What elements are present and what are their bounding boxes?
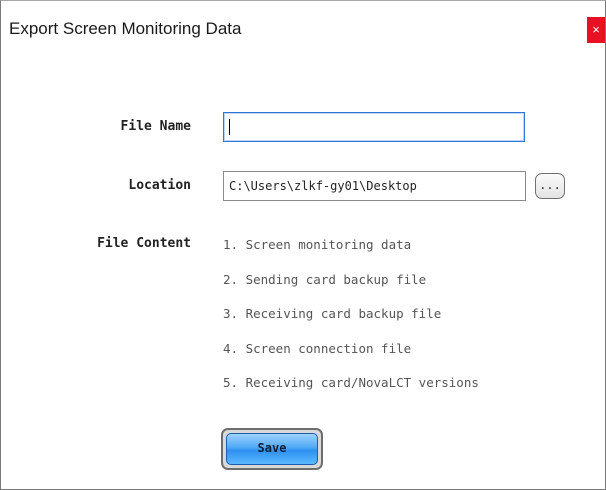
browse-button[interactable]: ... <box>535 173 565 199</box>
file-content-label: File Content <box>97 236 191 251</box>
text-caret <box>229 119 230 135</box>
location-field[interactable]: C:\Users\zlkf-gy01\Desktop <box>223 171 526 201</box>
list-item: 5. Receiving card/NovaLCT versions <box>223 375 479 390</box>
list-item: 1. Screen monitoring data <box>223 237 412 252</box>
list-item: 2. Sending card backup file <box>223 271 427 287</box>
title-bar: Export Screen Monitoring Data × <box>1 1 605 59</box>
close-icon: × <box>592 22 600 37</box>
file-name-label: File Name <box>120 119 191 134</box>
close-button[interactable]: × <box>587 17 605 43</box>
export-dialog: Export Screen Monitoring Data × File Nam… <box>0 0 606 490</box>
location-label: Location <box>128 178 191 193</box>
list-item: 4. Screen connection file <box>223 340 412 356</box>
file-name-input[interactable] <box>223 112 525 142</box>
save-button[interactable]: Save <box>221 428 323 470</box>
file-content-list: 1. Screen monitoring data 2. Sending car… <box>223 237 479 410</box>
dialog-title: Export Screen Monitoring Data <box>9 19 242 38</box>
save-button-label: Save <box>226 433 318 465</box>
list-item: 3. Receiving card backup file <box>223 306 442 321</box>
